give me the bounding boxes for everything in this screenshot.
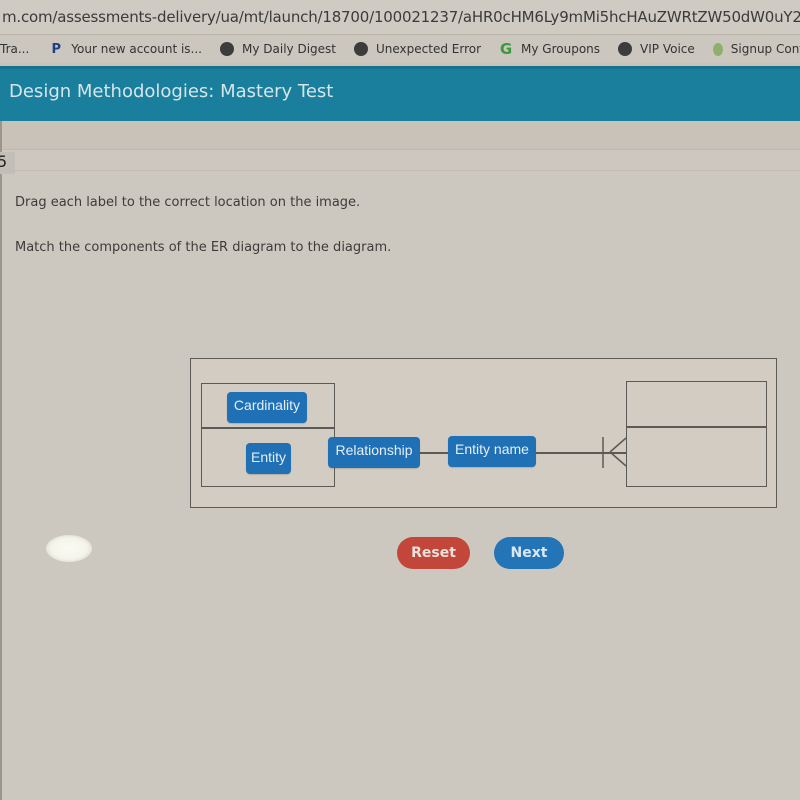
bookmark-vip-voice[interactable]: VIP Voice: [618, 42, 695, 56]
groupon-icon: G: [499, 40, 513, 58]
entity-box-right: [626, 381, 767, 487]
leaf-icon: [712, 42, 723, 56]
globe-icon: [353, 42, 368, 56]
instruction-text: Drag each label to the correct location …: [15, 195, 361, 210]
screen-edge: [0, 121, 2, 800]
divider: [0, 170, 800, 171]
url-text[interactable]: m.com/assessments-delivery/ua/mt/launch/…: [0, 8, 800, 26]
bookmark-label: Unexpected Error: [375, 42, 482, 56]
bookmark-tra[interactable]: Tra...: [0, 42, 29, 56]
bookmark-label: Signup Confirmation: [730, 42, 800, 56]
paypal-icon: P: [51, 41, 62, 57]
screen-glare: [46, 535, 92, 562]
bookmarks-bar: Tra... P Your new account is... My Daily…: [0, 35, 800, 63]
address-bar[interactable]: m.com/assessments-delivery/ua/mt/launch/…: [0, 0, 800, 35]
label-cardinality[interactable]: Cardinality: [227, 392, 307, 423]
next-button[interactable]: Next: [494, 537, 564, 569]
globe-icon: [220, 42, 234, 56]
label-entity-name[interactable]: Entity name: [448, 436, 536, 467]
globe-icon: [618, 42, 633, 56]
test-header: Design Methodologies: Mastery Test: [0, 66, 800, 121]
bookmark-your-new-account[interactable]: P Your new account is...: [49, 41, 202, 57]
reset-button[interactable]: Reset: [397, 537, 470, 569]
label-relationship[interactable]: Relationship: [328, 437, 420, 468]
entity-box-divider: [202, 427, 334, 429]
bookmark-label: My Daily Digest: [242, 42, 336, 56]
prompt-text: Match the components of the ER diagram t…: [15, 240, 392, 255]
page-title: Design Methodologies: Mastery Test: [9, 81, 334, 102]
bookmark-my-daily-digest[interactable]: My Daily Digest: [220, 42, 336, 56]
bookmark-label: Tra...: [0, 42, 30, 56]
entity-box-divider: [627, 426, 766, 428]
label-entity[interactable]: Entity: [246, 443, 291, 474]
bookmark-signup-confirmation[interactable]: Signup Confirmation: [712, 42, 800, 56]
bookmark-my-groupons[interactable]: G My Groupons: [499, 40, 601, 58]
bookmark-label: Your new account is...: [71, 42, 202, 56]
sub-toolbar: [0, 121, 800, 150]
bookmark-unexpected-error[interactable]: Unexpected Error: [353, 42, 482, 56]
bookmark-label: My Groupons: [521, 42, 601, 56]
bookmark-label: VIP Voice: [640, 42, 695, 56]
crows-foot-icon: [602, 437, 627, 468]
